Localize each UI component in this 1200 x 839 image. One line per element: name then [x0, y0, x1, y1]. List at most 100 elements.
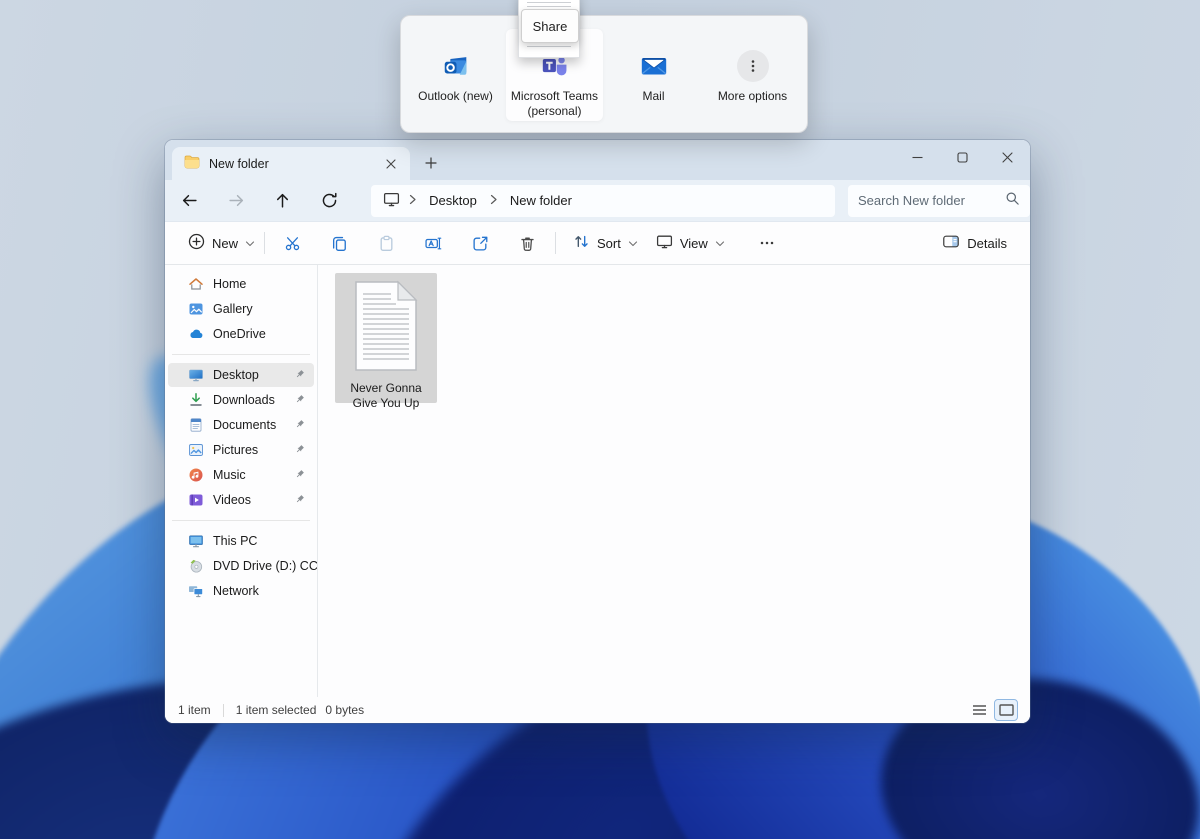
sort-button-label: Sort [597, 236, 621, 251]
navigation-pane: Home Gallery OneDrive Desktop Downloads [165, 265, 318, 697]
pin-icon [294, 368, 306, 383]
breadcrumb-chevron-icon[interactable] [408, 193, 417, 208]
sidebar-item-label: Music [213, 468, 246, 482]
sidebar-item-dvd-drive[interactable]: DVD Drive (D:) CCCC [168, 554, 314, 578]
share-target-label: Outlook (new) [418, 89, 493, 104]
view-button-label: View [680, 236, 708, 251]
status-bar: 1 item 1 item selected 0 bytes [165, 697, 1030, 723]
selection-count: 1 item selected [236, 703, 317, 717]
share-button[interactable] [461, 226, 499, 260]
home-icon [188, 276, 204, 292]
desktop-icon [188, 367, 204, 383]
sidebar-item-music[interactable]: Music [168, 463, 314, 487]
up-button[interactable] [266, 185, 300, 217]
tab-close-button[interactable] [380, 153, 402, 175]
documents-icon [188, 417, 204, 433]
sidebar-item-home[interactable]: Home [168, 272, 314, 296]
copy-button[interactable] [320, 226, 358, 260]
file-item-selected[interactable]: Never Gonna Give You Up [335, 273, 437, 403]
view-button[interactable]: View [647, 226, 734, 260]
tab-title: New folder [209, 157, 380, 171]
details-view-toggle[interactable] [968, 700, 990, 720]
breadcrumb-chevron-icon[interactable] [489, 193, 498, 208]
music-icon [188, 467, 204, 483]
share-target-label: More options [718, 89, 787, 104]
cut-button[interactable] [273, 226, 311, 260]
toolbar-divider [555, 232, 556, 254]
breadcrumb-item-current[interactable]: New folder [506, 191, 576, 210]
tab-new-folder[interactable]: New folder [172, 147, 410, 180]
window-controls [895, 140, 1030, 174]
sidebar-item-network[interactable]: Network [168, 579, 314, 603]
sidebar-item-label: Home [213, 277, 246, 291]
new-button-label: New [212, 236, 238, 251]
file-explorer-window: New folder Desktop New folder [165, 140, 1030, 723]
sort-icon [573, 233, 590, 253]
share-more-options[interactable]: More options [703, 16, 802, 132]
pin-icon [294, 443, 306, 458]
sidebar-item-gallery[interactable]: Gallery [168, 297, 314, 321]
title-bar: New folder [165, 140, 1030, 180]
mail-icon [639, 51, 669, 81]
downloads-icon [188, 392, 204, 408]
sort-button[interactable]: Sort [564, 226, 647, 260]
pin-icon [294, 418, 306, 433]
new-button[interactable]: New [179, 226, 264, 260]
details-pane-icon [942, 233, 960, 253]
maximize-button[interactable] [940, 140, 985, 174]
breadcrumb-item-desktop[interactable]: Desktop [425, 191, 481, 210]
sidebar-item-label: Videos [213, 493, 251, 507]
sidebar-item-label: Pictures [213, 443, 258, 457]
details-button[interactable]: Details [933, 226, 1016, 260]
more-options-icon [737, 51, 769, 81]
pin-icon [294, 393, 306, 408]
search-box [848, 185, 1030, 217]
share-flyout: Outlook (new) Microsoft Teams (personal)… [400, 15, 808, 133]
forward-button[interactable] [220, 185, 254, 217]
sidebar-item-label: Documents [213, 418, 276, 432]
sidebar-item-documents[interactable]: Documents [168, 413, 314, 437]
item-count: 1 item [178, 703, 211, 717]
sidebar-item-pictures[interactable]: Pictures [168, 438, 314, 462]
sidebar-item-downloads[interactable]: Downloads [168, 388, 314, 412]
breadcrumb[interactable]: Desktop New folder [371, 185, 835, 217]
back-button[interactable] [173, 185, 207, 217]
close-button[interactable] [985, 140, 1030, 174]
sidebar-item-desktop[interactable]: Desktop [168, 363, 314, 387]
sidebar-item-this-pc[interactable]: This PC [168, 529, 314, 553]
folder-icon [184, 155, 200, 172]
share-target-sublabel: (personal) [527, 104, 581, 119]
share-target-mail[interactable]: Mail [604, 16, 703, 132]
pin-icon [294, 468, 306, 483]
sidebar-item-label: OneDrive [213, 327, 266, 341]
sidebar-divider [172, 520, 310, 521]
share-tooltip: Share [521, 9, 579, 43]
pin-icon [294, 493, 306, 508]
network-icon [188, 583, 204, 599]
sidebar-item-onedrive[interactable]: OneDrive [168, 322, 314, 346]
see-more-button[interactable] [748, 226, 786, 260]
new-tab-button[interactable] [418, 150, 444, 176]
minimize-button[interactable] [895, 140, 940, 174]
refresh-button[interactable] [313, 185, 347, 217]
dvd-drive-icon [188, 558, 204, 574]
delete-button[interactable] [508, 226, 546, 260]
statusbar-divider [223, 704, 224, 717]
sidebar-item-label: Desktop [213, 368, 259, 382]
rename-button[interactable] [414, 226, 452, 260]
sidebar-item-videos[interactable]: Videos [168, 488, 314, 512]
plus-circle-icon [188, 233, 205, 253]
command-bar: New Sort View Details [165, 222, 1030, 265]
videos-icon [188, 492, 204, 508]
this-pc-icon [188, 533, 204, 549]
sidebar-divider [172, 354, 310, 355]
search-input[interactable] [858, 193, 1005, 208]
share-target-label: Microsoft Teams [511, 89, 598, 104]
gallery-icon [188, 301, 204, 317]
thumbnail-view-toggle[interactable] [995, 700, 1017, 720]
address-row: Desktop New folder [165, 180, 1030, 222]
view-icon [656, 233, 673, 253]
chevron-down-icon [628, 236, 638, 251]
share-target-outlook[interactable]: Outlook (new) [406, 16, 505, 132]
paste-button[interactable] [367, 226, 405, 260]
